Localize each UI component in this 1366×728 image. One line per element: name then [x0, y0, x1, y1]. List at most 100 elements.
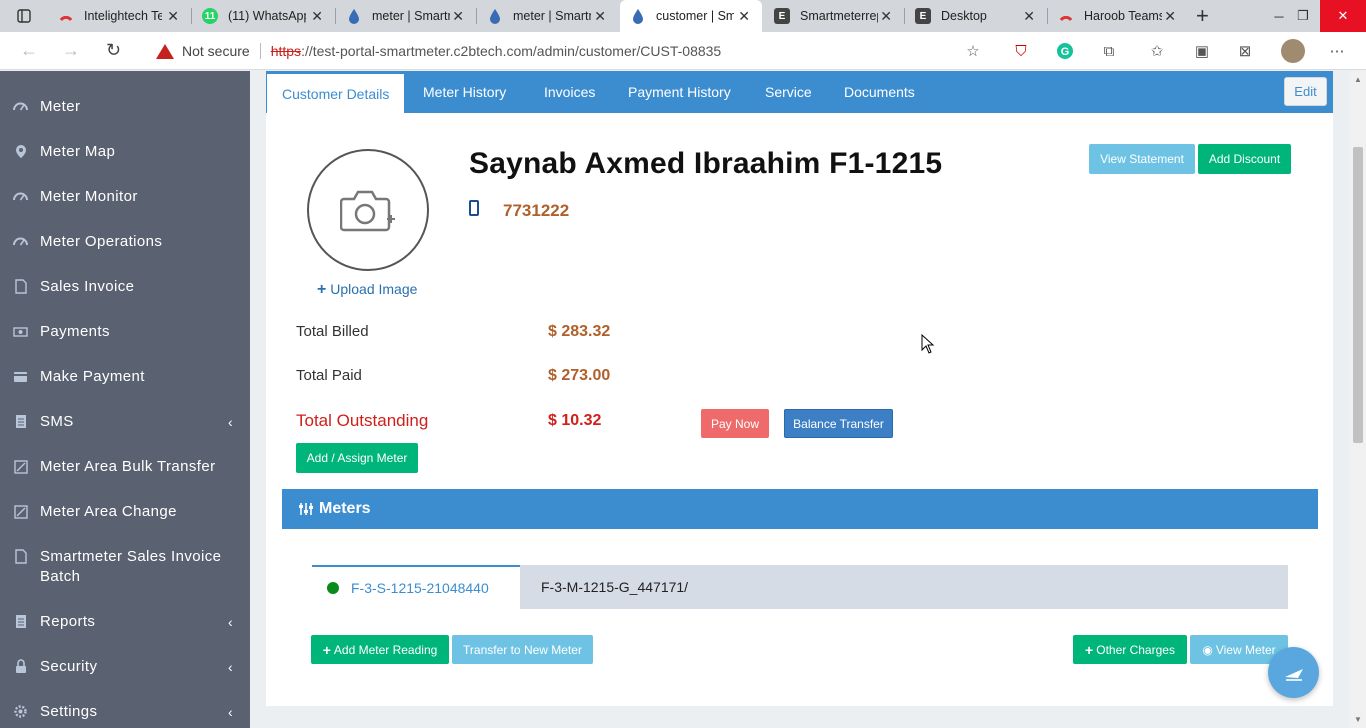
browser-tab[interactable]: meter | Smartm ✕ [336, 0, 476, 32]
sidebar-item-label: Reports [40, 613, 96, 630]
sidebar-item-label: Make Payment [40, 368, 145, 385]
browser-tab[interactable]: E Smartmeterrep ✕ [764, 0, 904, 32]
browser-tab-title: Haroob Teams [1084, 9, 1162, 23]
close-tab-icon[interactable]: ✕ [880, 8, 892, 25]
close-window-icon[interactable]: ✕ [1320, 0, 1366, 32]
customer-phone: 7731222 [503, 201, 570, 220]
water-drop-icon [487, 8, 503, 24]
gear-icon [13, 704, 28, 719]
total-outstanding-label: Total Outstanding [296, 411, 429, 430]
meter-tab[interactable]: F-3-M-1215-G_447171/ [541, 565, 688, 609]
meter-tabs: F-3-S-1215-21048440 F-3-M-1215-G_447171/ [312, 565, 1288, 609]
add-assign-meter-button[interactable]: Add / Assign Meter [296, 443, 418, 473]
tab-customer-details[interactable]: Customer Details [267, 74, 405, 113]
transfer-to-new-meter-button[interactable]: Transfer to New Meter [452, 635, 593, 664]
sidebar-item-label: Settings [40, 703, 98, 720]
close-tab-icon[interactable]: ✕ [311, 8, 323, 25]
back-icon[interactable]: ← [20, 40, 38, 61]
favicon-e-icon: E [915, 8, 931, 24]
browser-tab[interactable]: E Desktop ✕ [905, 0, 1047, 32]
browser-tab[interactable]: meter | Smartm ✕ [477, 0, 618, 32]
floating-action-button[interactable] [1268, 647, 1319, 698]
browser-tab[interactable]: 11 (11) WhatsApp ✕ [192, 0, 335, 32]
sidebar-item-label: Sales Invoice [40, 278, 135, 295]
meter-icon [13, 99, 28, 114]
meter-icon [13, 234, 28, 249]
close-tab-icon[interactable]: ✕ [738, 8, 750, 25]
browser-tab-title: meter | Smartm [372, 9, 450, 23]
close-tab-icon[interactable]: ✕ [167, 8, 179, 25]
url-scheme: https [270, 43, 302, 59]
plus-icon: + [322, 641, 331, 658]
scrollbar-thumb[interactable] [1353, 147, 1363, 443]
add-meter-reading-button[interactable]: + Add Meter Reading [311, 635, 449, 664]
forward-icon[interactable]: → [62, 40, 80, 61]
chevron-left-icon: ‹ [228, 659, 234, 675]
sliders-icon [299, 503, 313, 515]
tab-actions-button[interactable] [0, 0, 48, 32]
meter-tab-active[interactable]: F-3-S-1215-21048440 [312, 565, 520, 609]
chevron-left-icon: ‹ [228, 614, 234, 630]
close-tab-icon[interactable]: ✕ [1164, 8, 1176, 25]
meters-section-header: Meters [282, 489, 1318, 529]
add-discount-button[interactable]: Add Discount [1198, 144, 1291, 174]
profile-avatar[interactable] [1281, 39, 1305, 63]
credit-card-icon [13, 369, 28, 384]
browser-tab[interactable]: Intelightech Te ✕ [48, 0, 191, 32]
url-text: ://test-portal-smartmeter.c2btech.com/ad… [301, 43, 722, 59]
favorites-icon[interactable]: ✩ [1148, 42, 1166, 60]
url-field[interactable]: Not secure https ://test-portal-smartmet… [144, 36, 994, 66]
document-icon [13, 279, 28, 294]
edit-button[interactable]: Edit [1284, 77, 1327, 106]
refresh-icon[interactable]: ↻ [106, 40, 121, 61]
scroll-up-icon[interactable]: ▲ [1354, 75, 1362, 84]
avatar-placeholder[interactable] [307, 149, 429, 271]
report-icon [13, 614, 28, 629]
browser-tab[interactable]: Haroob Teams ✕ [1048, 0, 1188, 32]
collections-icon[interactable]: ▣ [1193, 42, 1211, 60]
sidebar-item-label: Meter [40, 98, 81, 115]
transfer-icon [13, 504, 28, 519]
transfer-icon [13, 459, 28, 474]
upload-image-link[interactable]: + Upload Image [317, 281, 417, 299]
tab-meter-history[interactable]: Meter History [423, 71, 506, 113]
customer-tabs: Customer Details Meter History Invoices … [266, 71, 1333, 113]
other-charges-button[interactable]: + Other Charges [1073, 635, 1187, 664]
new-tab-icon[interactable]: + [1196, 3, 1209, 29]
favorite-add-icon[interactable]: ☆ [964, 42, 982, 60]
balance-transfer-button[interactable]: Balance Transfer [784, 409, 893, 438]
total-paid-label: Total Paid [296, 367, 362, 384]
page-scrollbar[interactable]: ▲ ▼ [1350, 71, 1366, 728]
extension-shield-icon[interactable]: ⛉ [1012, 42, 1030, 60]
sidebar-item-label: Meter Area Change [40, 503, 177, 520]
view-statement-button[interactable]: View Statement [1089, 144, 1195, 174]
close-tab-icon[interactable]: ✕ [594, 8, 606, 25]
water-drop-icon [630, 8, 646, 24]
browser-tab-active[interactable]: customer | Sm ✕ [620, 0, 762, 32]
meter-icon [13, 189, 28, 204]
upload-image-label: Upload Image [330, 281, 418, 297]
math-solver-icon[interactable]: ⊠ [1236, 42, 1254, 60]
tab-payment-history[interactable]: Payment History [628, 71, 731, 113]
favicon-c-icon [58, 8, 74, 24]
extensions-icon[interactable]: ⧉ [1100, 42, 1118, 60]
sidebar-item-label: Security [40, 658, 98, 675]
status-online-icon [327, 582, 339, 594]
chevron-left-icon: ‹ [228, 704, 234, 720]
pay-now-button[interactable]: Pay Now [701, 409, 769, 438]
plus-icon: + [1085, 641, 1094, 658]
browser-tab-title: meter | Smartm [513, 9, 591, 23]
scroll-down-icon[interactable]: ▼ [1354, 715, 1362, 724]
tab-documents[interactable]: Documents [844, 71, 915, 113]
browser-tab-title: Smartmeterrep [800, 9, 878, 23]
other-charges-label: Other Charges [1096, 642, 1175, 657]
close-tab-icon[interactable]: ✕ [1023, 8, 1035, 25]
grammarly-icon[interactable]: G [1056, 42, 1074, 60]
close-tab-icon[interactable]: ✕ [452, 8, 464, 25]
water-drop-icon [346, 8, 362, 24]
not-secure-label: Not secure [182, 43, 250, 59]
more-menu-icon[interactable]: ⋯ [1328, 42, 1346, 60]
tab-service[interactable]: Service [765, 71, 812, 113]
tab-invoices[interactable]: Invoices [544, 71, 595, 113]
meters-heading: Meters [319, 500, 371, 517]
